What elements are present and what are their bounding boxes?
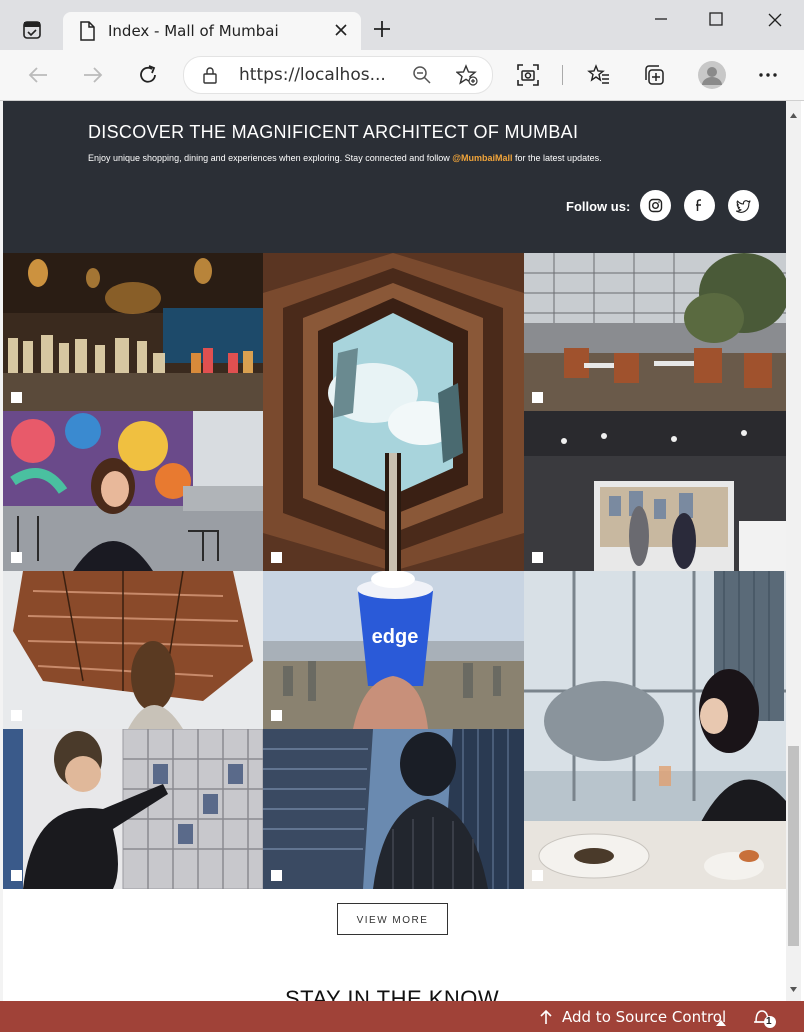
facebook-icon[interactable] [684, 190, 715, 221]
favorites-icon[interactable] [587, 63, 611, 92]
gallery-tile-restaurant[interactable] [524, 253, 786, 411]
caret-up-icon[interactable] [716, 1013, 726, 1031]
section-title: STAY IN THE KNOW [285, 986, 500, 1001]
follow-label: Follow us: [566, 199, 631, 214]
hero-subtitle: Enjoy unique shopping, dining and experi… [88, 153, 602, 163]
gallery-tile-man-shelves[interactable] [3, 729, 263, 889]
twitter-icon[interactable] [728, 190, 759, 221]
vertical-scrollbar[interactable] [786, 101, 801, 1001]
tile-marker [271, 710, 282, 721]
add-favorite-icon[interactable] [455, 64, 478, 91]
web-page: DISCOVER THE MAGNIFICENT ARCHITECT OF MU… [3, 101, 786, 1001]
gallery-tile-cocktails[interactable] [3, 253, 263, 411]
tile-marker [532, 870, 543, 881]
hero-subtitle-text: Enjoy unique shopping, dining and experi… [88, 153, 453, 163]
maximize-icon[interactable] [709, 12, 723, 31]
tile-marker [11, 710, 22, 721]
tile-marker [271, 870, 282, 881]
page-icon [79, 21, 95, 46]
minimize-icon[interactable] [654, 12, 668, 31]
browser-toolbar: https://localhos... [0, 50, 804, 101]
hero-subtitle-end: for the latest updates. [512, 153, 602, 163]
toolbar-separator [562, 65, 563, 85]
browser-tab[interactable]: Index - Mall of Mumbai [63, 12, 361, 50]
instagram-icon[interactable] [640, 190, 671, 221]
browser-titlebar: Index - Mall of Mumbai [0, 0, 804, 50]
view-more-button[interactable]: VIEW MORE [337, 903, 448, 935]
address-bar[interactable]: https://localhos... [183, 56, 493, 94]
tile-marker [532, 552, 543, 563]
more-options-icon[interactable] [756, 63, 780, 92]
scroll-up-icon[interactable] [790, 105, 797, 123]
tile-marker [11, 870, 22, 881]
svg-text:edge: edge [372, 626, 419, 648]
hero-banner: DISCOVER THE MAGNIFICENT ARCHITECT OF MU… [3, 101, 786, 253]
notification-count: 1 [766, 1016, 772, 1027]
gallery-tile-statue[interactable] [263, 729, 524, 889]
tile-marker [11, 552, 22, 563]
url-text[interactable]: https://localhos... [239, 65, 386, 85]
handle-link[interactable]: @MumbaiMall [452, 153, 512, 163]
gallery-tile-woman-mural[interactable] [3, 411, 263, 571]
tile-marker [11, 392, 22, 403]
gallery-tile-vessel-sky[interactable] [263, 253, 524, 571]
scroll-down-icon[interactable] [790, 979, 797, 997]
back-icon[interactable] [26, 63, 50, 92]
close-window-icon[interactable] [767, 12, 783, 33]
tab-title: Index - Mall of Mumbai [108, 22, 279, 40]
profile-avatar[interactable] [697, 60, 727, 95]
lock-icon[interactable] [202, 66, 218, 89]
close-tab-icon[interactable] [333, 22, 349, 43]
hero-title: DISCOVER THE MAGNIFICENT ARCHITECT OF MU… [88, 122, 579, 142]
gallery-tile-store-display[interactable] [524, 411, 786, 571]
notification-bell-icon[interactable]: 1 [752, 1007, 778, 1034]
forward-icon[interactable] [81, 63, 105, 92]
collections-icon[interactable] [642, 63, 666, 92]
tab-actions-icon[interactable] [22, 20, 42, 45]
gallery-tile-edge-cup[interactable]: edge [263, 571, 524, 729]
new-tab-icon[interactable] [372, 19, 392, 44]
zoom-icon[interactable] [412, 65, 432, 90]
scrollbar-thumb[interactable] [788, 746, 799, 946]
status-bar: Add to Source Control 1 [0, 1001, 804, 1032]
refresh-icon[interactable] [136, 63, 160, 92]
tile-marker [271, 552, 282, 563]
screenshot-icon[interactable] [516, 63, 540, 92]
gallery-tile-woman-vessel[interactable] [3, 571, 263, 729]
tile-marker [532, 392, 543, 403]
add-to-source-control-link[interactable]: Add to Source Control [562, 1008, 726, 1026]
arrow-up-icon [539, 1009, 553, 1030]
gallery-tile-woman-glass[interactable] [524, 571, 786, 889]
